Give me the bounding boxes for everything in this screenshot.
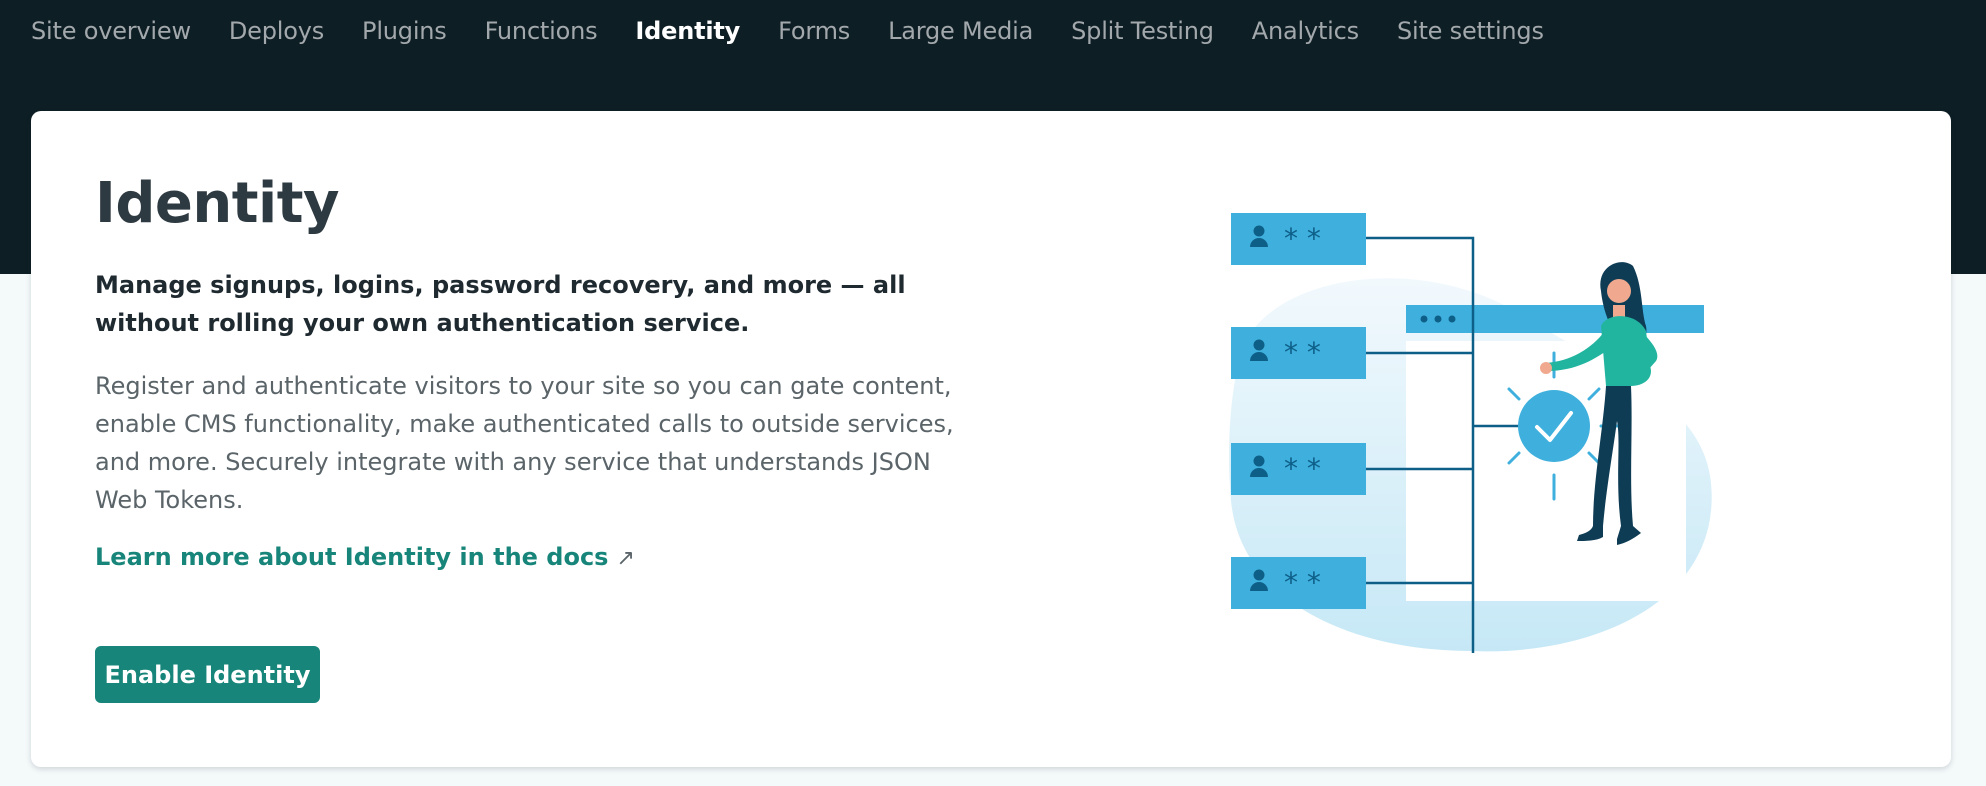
identity-description: Register and authenticate visitors to yo… [95, 372, 954, 514]
external-link-icon: ↗ [616, 546, 635, 571]
site-nav: Site overview Deploys Plugins Functions … [0, 0, 1582, 62]
nav-tab-large-media[interactable]: Large Media [888, 17, 1033, 45]
nav-tab-split-testing[interactable]: Split Testing [1071, 17, 1214, 45]
svg-text:* *: * * [1284, 452, 1321, 485]
nav-tab-forms[interactable]: Forms [778, 17, 850, 45]
page-title: Identity [95, 171, 340, 236]
nav-tab-identity[interactable]: Identity [635, 17, 740, 45]
identity-card: Identity Manage signups, logins, passwor… [31, 111, 1951, 767]
svg-text:* *: * * [1284, 336, 1321, 369]
identity-lede: Manage signups, logins, password recover… [95, 271, 906, 337]
docs-link-label: Learn more about Identity in the docs [95, 543, 609, 571]
nav-tab-deploys[interactable]: Deploys [229, 17, 324, 45]
nav-tab-site-overview[interactable]: Site overview [31, 17, 191, 45]
credential-card: * * [1231, 213, 1366, 265]
svg-text:* *: * * [1284, 566, 1321, 599]
credential-card: * * [1231, 327, 1366, 379]
nav-tab-analytics[interactable]: Analytics [1252, 17, 1359, 45]
enable-identity-button[interactable]: Enable Identity [95, 646, 320, 703]
identity-illustration: * * * * * * * * [1229, 213, 1712, 653]
credential-card: * * [1231, 557, 1366, 609]
docs-link[interactable]: Learn more about Identity in the docs ↗ [95, 543, 635, 571]
nav-tab-functions[interactable]: Functions [485, 17, 598, 45]
nav-tab-plugins[interactable]: Plugins [362, 17, 447, 45]
credential-card: * * [1231, 443, 1366, 495]
svg-text:* *: * * [1284, 222, 1321, 255]
nav-tab-site-settings[interactable]: Site settings [1397, 17, 1544, 45]
